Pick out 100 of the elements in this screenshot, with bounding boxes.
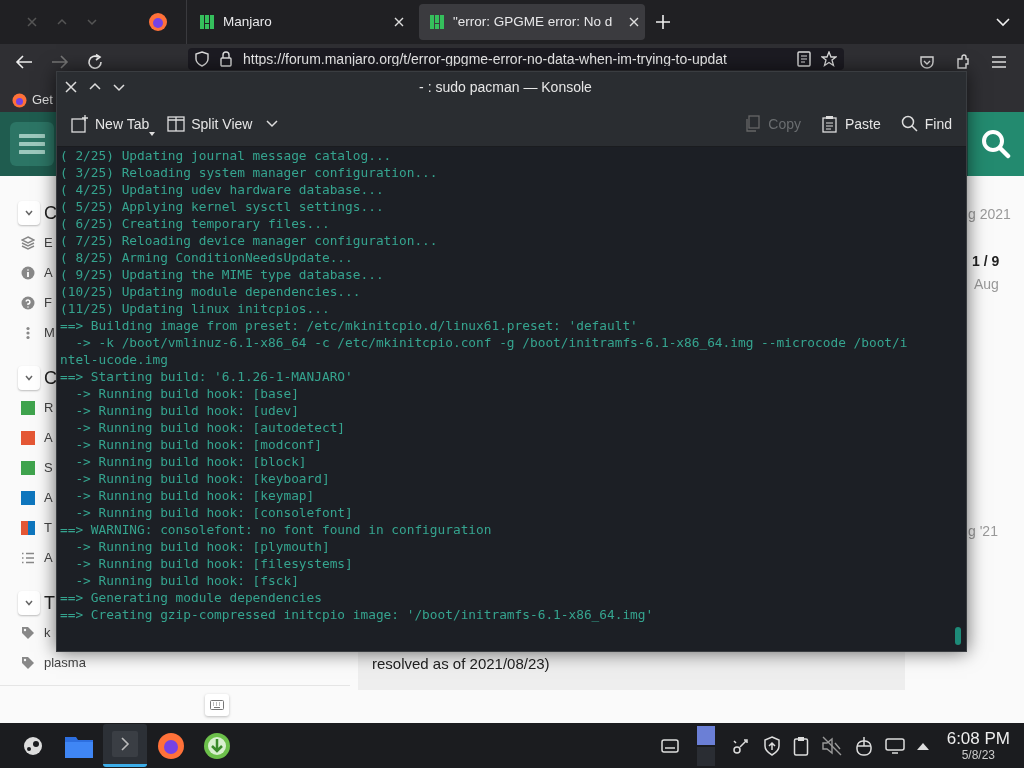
terminal-line: -> Running build hook: [modconf] [74, 436, 323, 453]
section-title[interactable]: C [44, 364, 57, 392]
chevron-icon [24, 208, 34, 218]
shield-icon[interactable] [762, 735, 781, 756]
menu-icon [19, 133, 45, 155]
browser-tab[interactable]: "error: GPGME error: No d [419, 4, 645, 40]
back-icon[interactable] [15, 54, 33, 70]
terminal-line: -> Running build hook: [fsck] [74, 572, 300, 589]
toolbar-button[interactable]: New Tab [65, 108, 156, 140]
paste-icon [820, 115, 839, 133]
download-icon [203, 731, 231, 760]
star-icon[interactable] [821, 51, 837, 67]
terminal-line: (11/25) Updating linux initcpios... [60, 300, 331, 317]
menu-icon[interactable] [991, 55, 1007, 69]
sidebar-link[interactable]: S [44, 458, 53, 478]
reload-icon[interactable] [87, 54, 103, 70]
browser-logo-icon [157, 731, 185, 760]
section-title[interactable]: C [44, 199, 57, 227]
search-button[interactable] [968, 112, 1024, 176]
layers-icon [21, 236, 35, 250]
keyboard-button[interactable] [205, 693, 229, 716]
sidebar-link[interactable]: A [44, 548, 53, 568]
terminal-line: -> Running build hook: [plymouth] [74, 538, 331, 555]
section-toggle[interactable] [18, 366, 40, 390]
terminal-line: ( 9/25) Updating the MIME type database... [60, 266, 385, 283]
url-text: https://forum.manjaro.org/t/error-gpgme-error-no-data-when-im-trying-to-updat [243, 52, 728, 66]
caret-icon [266, 120, 279, 128]
caret-icon [149, 132, 156, 136]
terminal-line: ( 6/25) Creating temporary files... [60, 215, 331, 232]
browser-logo-icon[interactable] [148, 12, 168, 32]
section-toggle[interactable] [18, 201, 40, 225]
forward-icon[interactable] [51, 54, 69, 70]
tag-icon [21, 626, 35, 640]
toolbar-button[interactable]: Paste [814, 108, 887, 140]
pager-icon[interactable] [696, 725, 715, 766]
terminal-line: -> Running build hook: [autodetect] [74, 419, 347, 436]
extensions-icon[interactable] [955, 54, 971, 70]
sidebar-link[interactable]: plasma [44, 653, 86, 673]
search-icon [900, 115, 919, 133]
sidebar-link[interactable]: E [44, 233, 53, 253]
timeline-date: Aug [974, 275, 1000, 294]
bookmark-link[interactable]: Get [32, 90, 53, 110]
expand-tray-icon[interactable] [916, 741, 929, 750]
browser-tab[interactable]: Manjaro [189, 4, 415, 40]
display-icon[interactable] [884, 737, 905, 754]
terminal-line: ==> Building image from preset: /etc/mkinitcpio.d/linux61.preset: 'default' [60, 317, 639, 334]
reader-view-icon[interactable] [797, 51, 811, 67]
panel-icon[interactable] [660, 738, 679, 753]
address-bar[interactable]: https://forum.manjaro.org/t/error-gpgme-error-no-data-when-im-trying-to-updat [188, 48, 844, 70]
terminal-line: ==> Generating module dependencies [60, 589, 323, 606]
sidebar-link[interactable]: A [44, 263, 53, 283]
new-tab-icon [71, 115, 89, 133]
timeline-position: 1 / 9 [972, 252, 1001, 271]
sidebar-link[interactable]: T [44, 518, 52, 538]
sidebar-link[interactable]: A [44, 488, 53, 508]
hamburger-button[interactable] [10, 122, 54, 166]
clock-date[interactable]: 5/8/23 [961, 748, 996, 762]
terminal-line: -> Running build hook: [keyboard] [74, 470, 331, 487]
browser-logo-icon[interactable] [12, 92, 27, 108]
lock-icon [219, 51, 233, 67]
clipboard-icon[interactable] [792, 735, 809, 756]
terminal-line: ( 2/25) Updating journal message catalog... [60, 147, 393, 164]
terminal-line: ( 7/25) Reloading device manager configuration... [60, 232, 439, 249]
keyboard-icon [210, 699, 224, 710]
section-title[interactable]: T [44, 589, 55, 617]
sidebar-link[interactable]: A [44, 428, 53, 448]
window-title: - : sudo pacman — Konsole [418, 77, 593, 97]
sidebar-link[interactable]: R [44, 398, 54, 418]
sidebar-link[interactable]: F [44, 293, 52, 313]
muted-speaker-icon[interactable] [820, 735, 843, 756]
terminal-line: -> Running build hook: [keymap] [74, 487, 316, 504]
terminal-line: ( 5/25) Applying kernel sysctl settings... [60, 198, 385, 215]
terminal-line: ( 3/25) Reloading system manager configuration... [60, 164, 439, 181]
toolbar-button[interactable]: Split View [161, 108, 285, 140]
terminal-line: ==> WARNING: consolefont: no font found in configuration [60, 521, 493, 538]
shield-icon [195, 51, 209, 67]
terminal-line: ==> Starting build: '6.1.26-1-MANJARO' [60, 368, 354, 385]
post-text: resolved as of 2021/08/23) [372, 654, 550, 674]
pocket-icon[interactable] [919, 54, 935, 70]
scrollbar-thumb[interactable] [955, 627, 961, 645]
terminal-line: -> -k /boot/vmlinuz-6.1-x86_64 -c /etc/mkinitcpio.conf -g /boot/initramfs-6.1-x86_64.img --microcode /boot/i [74, 334, 909, 351]
section-toggle[interactable] [18, 591, 40, 615]
clock-time[interactable]: 6:08 PM [946, 729, 1010, 748]
forum-logo-icon [429, 14, 445, 30]
chevron-icon [24, 373, 34, 383]
terminal-line: -> Running build hook: [udev] [74, 402, 300, 419]
copy-icon [744, 115, 763, 133]
toolbar-button[interactable]: Find [894, 108, 958, 140]
split-view-icon [167, 115, 186, 133]
new-tab-icon[interactable] [655, 14, 671, 30]
sidebar-link[interactable]: k [44, 623, 51, 643]
tab-title: Manjaro [223, 12, 272, 31]
timeline-date: g '21 [968, 522, 999, 541]
timeline-date: g 2021 [968, 205, 1012, 224]
terminal-line: -> Running build hook: [consolefont] [74, 504, 354, 521]
sidebar-link[interactable]: M [44, 323, 55, 343]
mouse-icon[interactable] [854, 735, 873, 756]
terminal-icon [111, 730, 139, 758]
terminal-line: ==> Creating gzip-compressed initcpio image: '/boot/initramfs-6.1-x86_64.img' [60, 606, 655, 623]
minimize-icon[interactable] [113, 81, 125, 93]
